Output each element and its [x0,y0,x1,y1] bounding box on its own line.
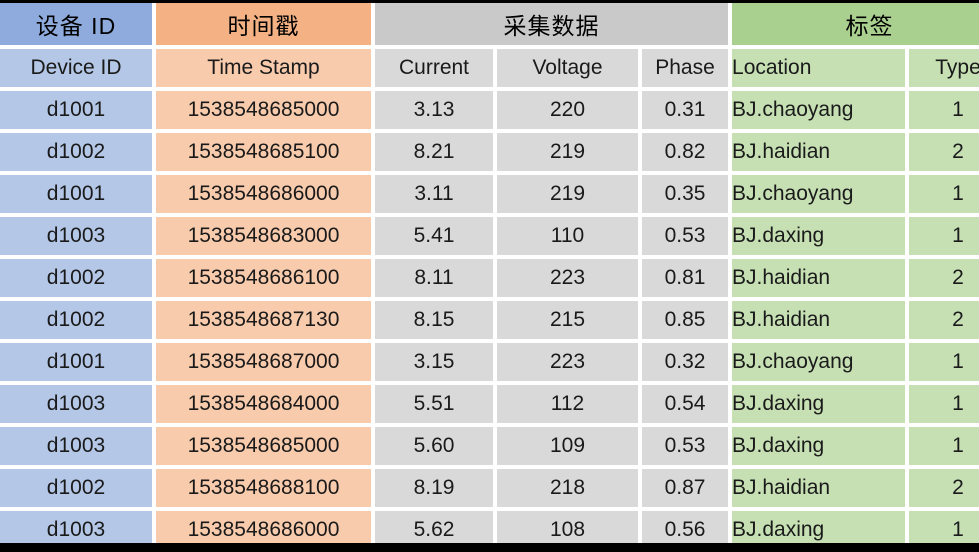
cell-voltage: 223 [497,343,638,381]
group-header-device-id[interactable]: 设备 ID [0,3,152,45]
cell-device-id: d1003 [0,427,152,465]
column-header-current[interactable]: Current [375,49,493,87]
cell-time-stamp: 1538548685000 [156,91,371,129]
data-table-container: 设备 ID 时间戳 采集数据 标签 Device ID Time Stamp Curren… [0,3,979,549]
cell-voltage: 220 [497,91,638,129]
cell-device-id: d1002 [0,133,152,171]
cell-current: 3.11 [375,175,493,213]
table-row[interactable]: d1002 1538548687130 8.15 215 0.85 BJ.haidian 2 [0,301,979,339]
group-header-timestamp[interactable]: 时间戳 [156,3,371,45]
cell-current: 8.21 [375,133,493,171]
cell-device-id: d1001 [0,91,152,129]
cell-type: 1 [909,175,979,213]
group-header-row: 设备 ID 时间戳 采集数据 标签 [0,3,979,45]
cell-location: BJ.daxing [732,385,906,423]
column-header-type[interactable]: Type [909,49,979,87]
cell-time-stamp: 1538548685000 [156,427,371,465]
cell-type: 2 [909,259,979,297]
cell-voltage: 215 [497,301,638,339]
cell-time-stamp: 1538548687130 [156,301,371,339]
cell-phase: 0.54 [642,385,729,423]
cell-time-stamp: 1538548688100 [156,469,371,507]
cell-time-stamp: 1538548683000 [156,217,371,255]
cell-time-stamp: 1538548687000 [156,343,371,381]
cell-phase: 0.85 [642,301,729,339]
screenshot-root: 设备 ID 时间戳 采集数据 标签 Device ID Time Stamp Curren… [0,0,979,552]
cell-type: 2 [909,469,979,507]
column-header-row: Device ID Time Stamp Current Voltage Phase Lo… [0,49,979,87]
cell-location: BJ.chaoyang [732,91,906,129]
cell-type: 1 [909,217,979,255]
cell-current: 3.13 [375,91,493,129]
column-header-device-id[interactable]: Device ID [0,49,152,87]
cell-current: 8.11 [375,259,493,297]
cell-phase: 0.35 [642,175,729,213]
table-row[interactable]: d1003 1538548683000 5.41 110 0.53 BJ.daxing 1 [0,217,979,255]
cell-device-id: d1002 [0,259,152,297]
sensor-data-table: 设备 ID 时间戳 采集数据 标签 Device ID Time Stamp Curren… [0,0,979,552]
table-row[interactable]: d1001 1538548687000 3.15 223 0.32 BJ.chaoyang… [0,343,979,381]
table-row[interactable]: d1002 1538548685100 8.21 219 0.82 BJ.haidian 2 [0,133,979,171]
table-row[interactable]: d1003 1538548685000 5.60 109 0.53 BJ.daxing 1 [0,427,979,465]
cell-type: 1 [909,91,979,129]
column-header-voltage[interactable]: Voltage [497,49,638,87]
cell-location: BJ.haidian [732,469,906,507]
cell-location: BJ.chaoyang [732,343,906,381]
cell-type: 1 [909,343,979,381]
cell-voltage: 223 [497,259,638,297]
cell-current: 8.15 [375,301,493,339]
cell-device-id: d1003 [0,217,152,255]
cell-voltage: 219 [497,175,638,213]
cell-phase: 0.81 [642,259,729,297]
cell-location: BJ.haidian [732,133,906,171]
table-row[interactable]: d1001 1538548686000 3.11 219 0.35 BJ.chaoyang… [0,175,979,213]
table-row[interactable]: d1003 1538548684000 5.51 112 0.54 BJ.daxing 1 [0,385,979,423]
cell-type: 1 [909,427,979,465]
cell-voltage: 112 [497,385,638,423]
cell-phase: 0.87 [642,469,729,507]
cell-device-id: d1002 [0,469,152,507]
cell-current: 3.15 [375,343,493,381]
cell-phase: 0.82 [642,133,729,171]
group-header-collected-data[interactable]: 采集数据 [375,3,729,45]
cell-device-id: d1001 [0,343,152,381]
cell-phase: 0.53 [642,217,729,255]
table-head: 设备 ID 时间戳 采集数据 标签 Device ID Time Stamp Curren… [0,3,979,87]
table-row[interactable]: d1001 1538548685000 3.13 220 0.31 BJ.chaoyang… [0,91,979,129]
cell-time-stamp: 1538548685100 [156,133,371,171]
cell-device-id: d1002 [0,301,152,339]
cell-voltage: 219 [497,133,638,171]
cell-location: BJ.daxing [732,427,906,465]
table-body: d1001 1538548685000 3.13 220 0.31 BJ.chaoyang… [0,91,979,552]
cell-voltage: 110 [497,217,638,255]
cell-location: BJ.daxing [732,217,906,255]
cell-location: BJ.chaoyang [732,175,906,213]
cell-time-stamp: 1538548684000 [156,385,371,423]
cell-type: 1 [909,385,979,423]
cell-device-id: d1003 [0,385,152,423]
column-header-time-stamp[interactable]: Time Stamp [156,49,371,87]
cell-current: 5.60 [375,427,493,465]
cell-phase: 0.31 [642,91,729,129]
cell-phase: 0.32 [642,343,729,381]
cell-device-id: d1001 [0,175,152,213]
cell-voltage: 218 [497,469,638,507]
cell-current: 5.51 [375,385,493,423]
column-header-location[interactable]: Location [732,49,906,87]
table-row[interactable]: d1002 1538548688100 8.19 218 0.87 BJ.haidian 2 [0,469,979,507]
cell-voltage: 109 [497,427,638,465]
cell-location: BJ.haidian [732,301,906,339]
table-row[interactable]: d1002 1538548686100 8.11 223 0.81 BJ.haidian 2 [0,259,979,297]
cell-current: 5.41 [375,217,493,255]
cell-type: 2 [909,301,979,339]
cell-location: BJ.haidian [732,259,906,297]
group-header-tags[interactable]: 标签 [732,3,979,45]
cell-phase: 0.53 [642,427,729,465]
bottom-black-bar [0,543,979,552]
cell-current: 8.19 [375,469,493,507]
cell-time-stamp: 1538548686100 [156,259,371,297]
cell-time-stamp: 1538548686000 [156,175,371,213]
column-header-phase[interactable]: Phase [642,49,729,87]
cell-type: 2 [909,133,979,171]
